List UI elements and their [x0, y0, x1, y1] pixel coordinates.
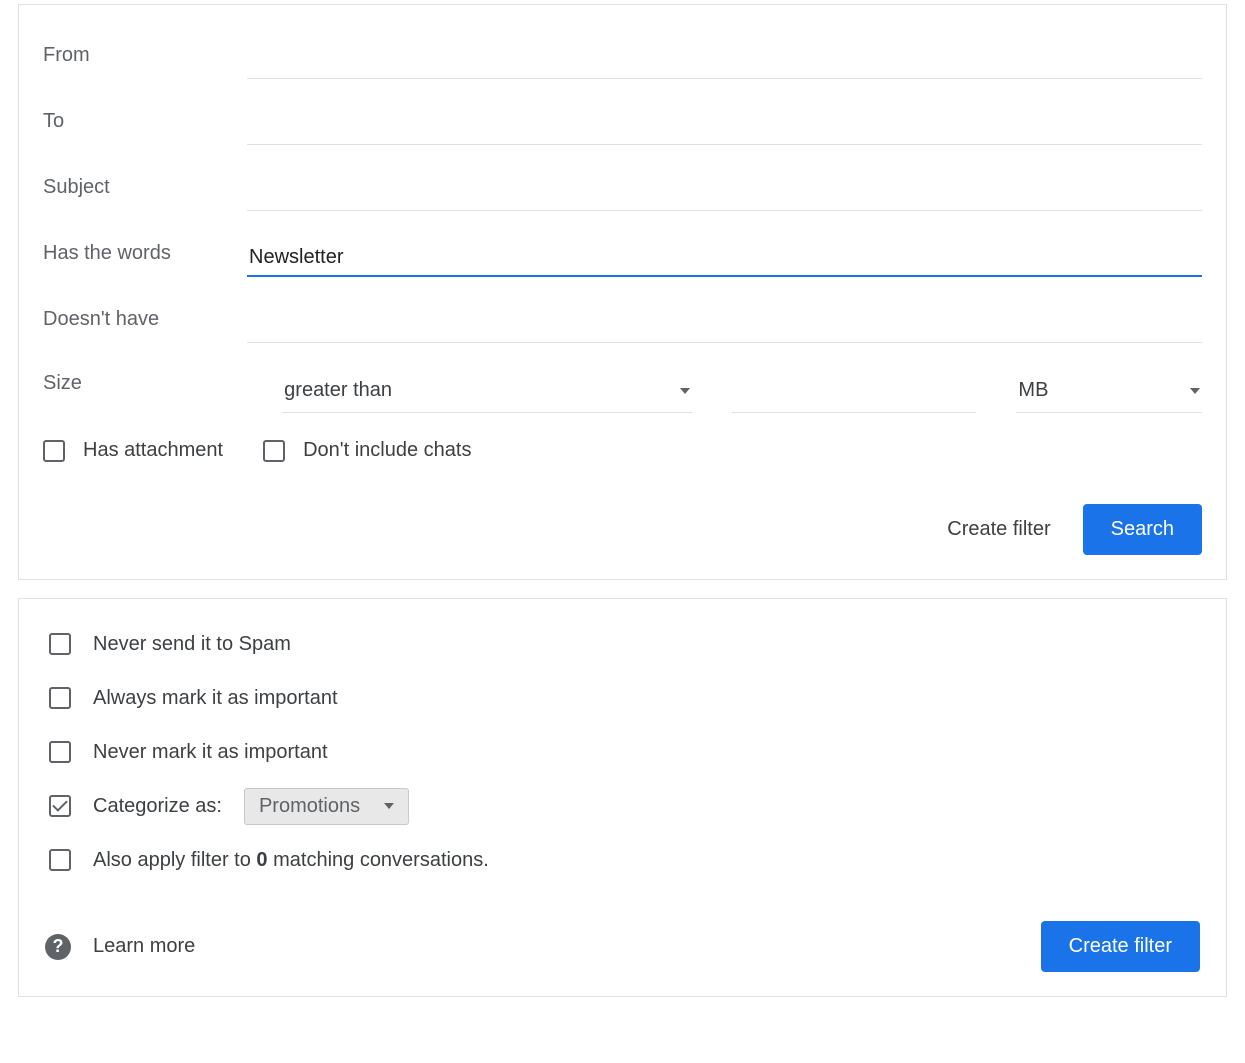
select-size-unit-value: MB [1018, 379, 1048, 402]
create-filter-link[interactable]: Create filter [943, 510, 1054, 549]
chevron-down-icon [384, 803, 394, 809]
input-subject[interactable] [247, 175, 1202, 211]
label-from: From [43, 44, 247, 79]
field-to: To [43, 79, 1202, 145]
checkbox-dont-include-chats[interactable] [263, 440, 285, 462]
label-has-attachment: Has attachment [83, 439, 223, 462]
select-size-unit[interactable]: MB [1016, 371, 1202, 413]
option-categorize-as[interactable]: Categorize as: Promotions [45, 779, 1200, 833]
learn-more-link[interactable]: Learn more [93, 935, 195, 958]
input-has-words[interactable] [247, 240, 1202, 277]
label-always-important: Always mark it as important [93, 687, 338, 710]
input-from[interactable] [247, 43, 1202, 79]
input-to[interactable] [247, 109, 1202, 145]
option-always-important[interactable]: Always mark it as important [45, 671, 1200, 725]
label-to: To [43, 110, 247, 145]
select-size-comparison[interactable]: greater than [282, 371, 692, 413]
filter-search-panel: From To Subject Has the words Doesn't ha… [18, 4, 1227, 580]
select-categorize-as[interactable]: Promotions [244, 788, 409, 825]
input-size-amount[interactable] [732, 377, 976, 413]
field-subject: Subject [43, 145, 1202, 211]
field-from: From [43, 13, 1202, 79]
matching-count: 0 [256, 849, 267, 871]
attachment-chats-row: Has attachment Don't include chats [43, 439, 1202, 462]
actions-footer: ? Learn more Create filter [45, 921, 1200, 972]
create-filter-button[interactable]: Create filter [1041, 921, 1200, 972]
option-never-important[interactable]: Never mark it as important [45, 725, 1200, 779]
checkbox-categorize-as[interactable] [49, 795, 71, 817]
label-size: Size [43, 372, 242, 413]
label-dont-include-chats: Don't include chats [303, 439, 471, 462]
option-dont-include-chats[interactable]: Don't include chats [263, 439, 471, 462]
select-categorize-as-value: Promotions [259, 795, 360, 818]
label-subject: Subject [43, 176, 247, 211]
search-panel-actions: Create filter Search [43, 504, 1202, 555]
label-apply-to-matching: Also apply filter to 0 matching conversa… [93, 849, 489, 872]
checkbox-always-important[interactable] [49, 687, 71, 709]
input-doesnt-have[interactable] [247, 307, 1202, 343]
label-doesnt-have: Doesn't have [43, 308, 247, 343]
label-categorize-as: Categorize as: [93, 795, 222, 818]
field-size: Size greater than MB [43, 343, 1202, 413]
filter-actions-panel: Never send it to Spam Always mark it as … [18, 598, 1227, 997]
option-apply-to-matching[interactable]: Also apply filter to 0 matching conversa… [45, 833, 1200, 887]
help-icon[interactable]: ? [45, 934, 71, 960]
label-has-words: Has the words [43, 242, 247, 277]
field-doesnt-have: Doesn't have [43, 277, 1202, 343]
option-has-attachment[interactable]: Has attachment [43, 439, 223, 462]
checkbox-never-important[interactable] [49, 741, 71, 763]
select-size-comparison-value: greater than [284, 379, 392, 402]
checkbox-never-spam[interactable] [49, 633, 71, 655]
checkbox-apply-to-matching[interactable] [49, 849, 71, 871]
option-never-spam[interactable]: Never send it to Spam [45, 617, 1200, 671]
field-has-words: Has the words [43, 211, 1202, 277]
chevron-down-icon [680, 388, 690, 394]
label-never-important: Never mark it as important [93, 741, 328, 764]
checkbox-has-attachment[interactable] [43, 440, 65, 462]
search-button[interactable]: Search [1083, 504, 1202, 555]
label-never-spam: Never send it to Spam [93, 633, 291, 656]
chevron-down-icon [1190, 388, 1200, 394]
